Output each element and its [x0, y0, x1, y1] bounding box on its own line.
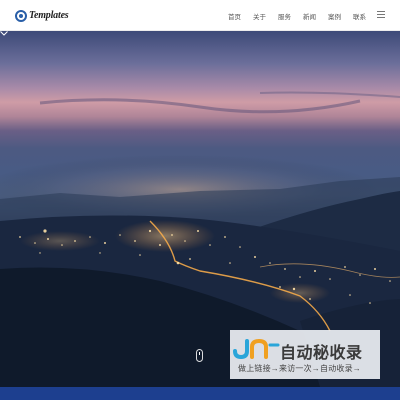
nav-item-contact[interactable]: 联系	[353, 11, 366, 21]
nav-item-cases[interactable]: 案例	[328, 11, 341, 21]
nav-item-news[interactable]: 新闻	[303, 11, 316, 21]
watermark-logo-icon	[233, 338, 280, 359]
mouse-scroll-icon[interactable]	[196, 349, 203, 362]
nav-item-about[interactable]: 关于	[253, 11, 266, 21]
watermark-subtitle: 做上链接→来访一次→自动收录→	[238, 364, 361, 373]
watermark-title: 自动秘收录	[280, 345, 363, 362]
nav-item-home[interactable]: 首页	[228, 11, 241, 21]
site-header: Templates 首页 关于 服务 新闻 案例 联系	[0, 0, 400, 31]
chevron-down-icon[interactable]	[0, 31, 8, 36]
nav-item-services[interactable]: 服务	[278, 11, 291, 21]
hamburger-menu-icon[interactable]	[377, 11, 385, 19]
main-nav: 首页 关于 服务 新闻 案例 联系	[0, 0, 400, 31]
watermark-banner: 自动秘收录 做上链接→来访一次→自动收录→	[230, 330, 380, 379]
bottom-bar	[0, 387, 400, 400]
